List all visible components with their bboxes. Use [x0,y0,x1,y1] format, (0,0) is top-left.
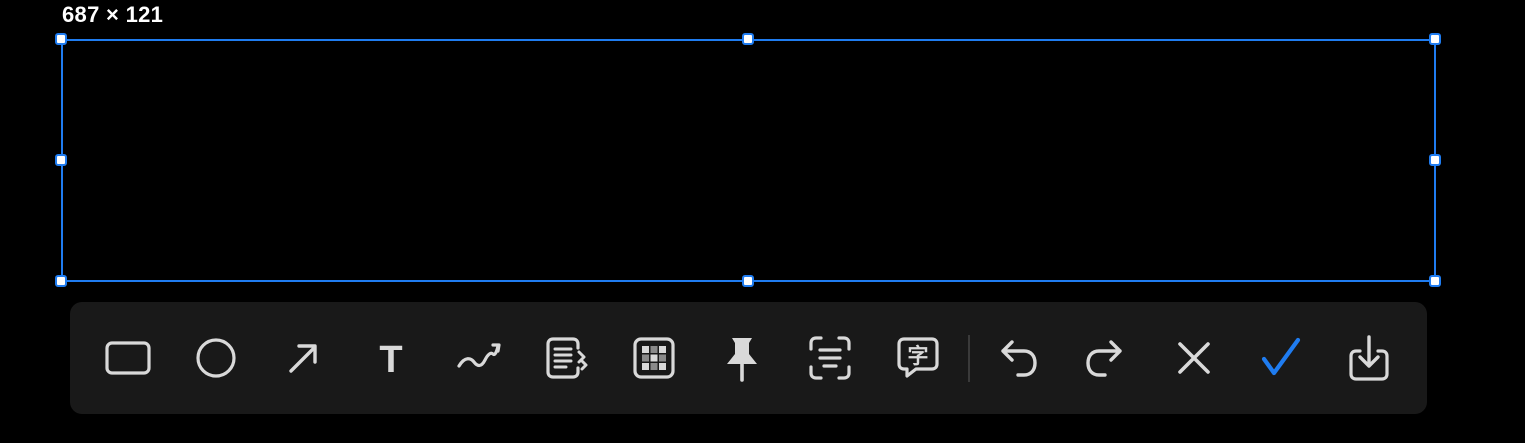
scroll-capture-tool[interactable] [536,328,596,388]
resize-handle-top-right[interactable] [1429,33,1441,45]
download-icon [1349,335,1389,381]
cancel-button[interactable] [1164,328,1224,388]
save-button[interactable] [1339,328,1399,388]
resize-handle-bottom-left[interactable] [55,275,67,287]
rectangle-tool[interactable] [98,328,158,388]
text-tool-glyph: T [379,339,402,381]
undo-button[interactable] [988,328,1048,388]
text-icon: T [379,339,402,381]
mosaic-icon [633,337,675,379]
mosaic-tool[interactable] [624,328,684,388]
redo-icon [1086,340,1122,377]
arrow-icon [289,344,317,373]
text-tool[interactable]: T [361,328,421,388]
freehand-icon [457,343,501,368]
pin-icon [727,338,757,382]
pen-tool[interactable] [449,328,509,388]
resize-handle-bottom[interactable] [742,275,754,287]
ellipse-tool[interactable] [186,328,246,388]
ocr-icon [809,336,851,380]
pin-tool[interactable] [712,328,772,388]
rectangle-icon [105,341,151,375]
resize-handle-bottom-right[interactable] [1429,275,1441,287]
translate-tool[interactable]: 字 [888,328,948,388]
capture-selection-area[interactable] [61,39,1436,282]
redo-button[interactable] [1075,328,1135,388]
resize-handle-top-left[interactable] [55,33,67,45]
translate-icon: 字 [897,337,939,378]
circle-icon [196,338,236,378]
ocr-tool[interactable] [800,328,860,388]
arrow-tool[interactable] [273,328,333,388]
annotation-toolbar: T 字 [70,302,1427,414]
resize-handle-left[interactable] [55,154,67,166]
confirm-button[interactable] [1251,328,1311,388]
resize-handle-top[interactable] [742,33,754,45]
scroll-capture-icon [546,337,588,379]
translate-tool-glyph: 字 [908,344,929,368]
selection-size-label: 687 × 121 [62,2,164,27]
toolbar-divider [968,335,970,382]
undo-icon [1001,340,1037,377]
close-icon [1178,342,1210,374]
checkmark-icon [1261,337,1301,376]
resize-handle-right[interactable] [1429,154,1441,166]
